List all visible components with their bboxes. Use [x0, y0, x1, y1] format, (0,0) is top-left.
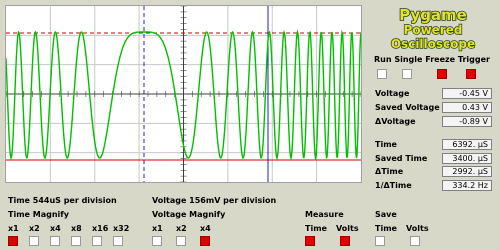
single-label: Single [394, 55, 423, 64]
delta-voltage-label: ΔVoltage [375, 117, 416, 126]
trigger-checkbox[interactable] [466, 69, 476, 79]
time-magnify-label-x1: x1 [8, 224, 19, 233]
time-magnify-checkbox-x1[interactable] [8, 236, 18, 246]
time-magnify-label-x4: x4 [50, 224, 61, 233]
voltage-magnify-label-x1: x1 [152, 224, 163, 233]
time-magnify-checkbox-x2[interactable] [29, 236, 39, 246]
freeze-label: Freeze [425, 55, 456, 64]
voltage-magnify-title: Voltage Magnify [152, 210, 226, 219]
save-time-label: Time [375, 224, 397, 233]
time-magnify-title: Time Magnify [8, 210, 69, 219]
time-value: 6392. µS [442, 139, 492, 150]
saved-voltage-label: Saved Voltage [375, 103, 440, 112]
saved-time-label: Saved Time [375, 154, 428, 163]
save-volts-checkbox[interactable] [410, 236, 420, 246]
voltage-per-division: Voltage 156mV per division [152, 196, 277, 205]
run-checkbox[interactable] [377, 69, 387, 79]
voltage-value: -0.45 V [442, 88, 492, 99]
save-time-checkbox[interactable] [375, 236, 385, 246]
measure-volts-checkbox[interactable] [340, 236, 350, 246]
delta-time-label: ΔTime [375, 167, 404, 176]
inverse-delta-time-value: 334.2 Hz [442, 180, 492, 191]
time-magnify-checkbox-x16[interactable] [92, 236, 102, 246]
time-label: Time [375, 140, 397, 149]
time-per-division: Time 544uS per division [8, 196, 117, 205]
trigger-label: Trigger [457, 55, 490, 64]
voltage-magnify-checkbox-x4[interactable] [200, 236, 210, 246]
voltage-magnify-checkbox-x1[interactable] [152, 236, 162, 246]
inverse-delta-time-label: 1/ΔTime [375, 181, 412, 190]
delta-time-value: 2992. µS [442, 166, 492, 177]
measure-time-label: Time [305, 224, 327, 233]
measure-time-checkbox[interactable] [305, 236, 315, 246]
voltage-magnify-label-x4: x4 [200, 224, 211, 233]
time-magnify-label-x32: x32 [113, 224, 130, 233]
time-magnify-label-x8: x8 [71, 224, 82, 233]
voltage-magnify-checkbox-x2[interactable] [176, 236, 186, 246]
voltage-magnify-label-x2: x2 [176, 224, 187, 233]
time-magnify-label-x2: x2 [29, 224, 40, 233]
scope-plot[interactable] [6, 6, 361, 182]
control-labels: Run Single Freeze Trigger [374, 55, 490, 64]
oscilloscope-screen[interactable] [5, 5, 362, 183]
pygame-powered-logo: Pygame Powered Oscilloscope [390, 6, 476, 52]
freeze-checkbox[interactable] [437, 69, 447, 79]
delta-voltage-value: -0.89 V [442, 116, 492, 127]
saved-voltage-value: 0.43 V [442, 102, 492, 113]
measure-title: Measure [305, 210, 344, 219]
single-checkbox[interactable] [402, 69, 412, 79]
voltage-label: Voltage [375, 89, 410, 98]
run-label: Run [374, 55, 392, 64]
time-magnify-checkbox-x4[interactable] [50, 236, 60, 246]
logo-line-powered: Powered [404, 23, 463, 37]
time-magnify-checkbox-x8[interactable] [71, 236, 81, 246]
time-magnify-checkbox-x32[interactable] [113, 236, 123, 246]
saved-time-value: 3400. µS [442, 153, 492, 164]
measure-volts-label: Volts [336, 224, 359, 233]
time-magnify-label-x16: x16 [92, 224, 109, 233]
save-volts-label: Volts [406, 224, 429, 233]
logo-line-pygame: Pygame [399, 6, 467, 24]
save-title: Save [375, 210, 397, 219]
logo-line-oscilloscope: Oscilloscope [391, 37, 475, 51]
